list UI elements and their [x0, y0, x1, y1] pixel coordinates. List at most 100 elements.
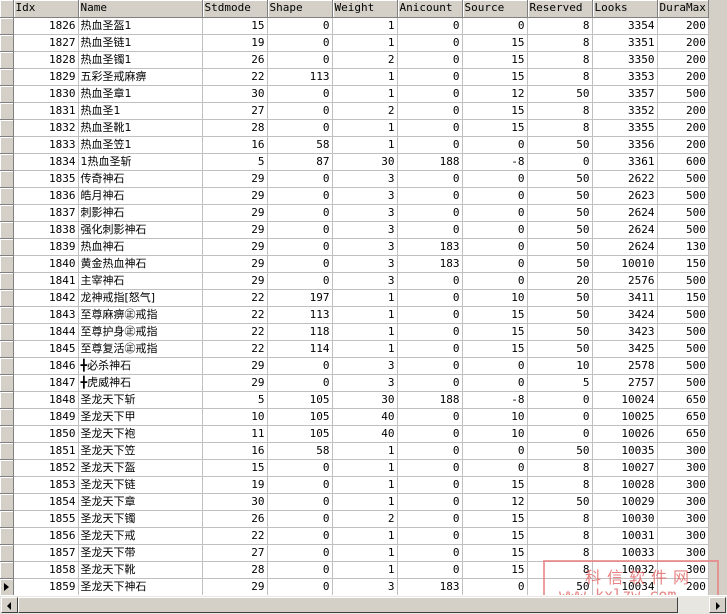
- cell-stdmode[interactable]: 16: [202, 136, 268, 154]
- cell-idx[interactable]: 1827: [13, 34, 79, 52]
- cell-anicount[interactable]: 0: [397, 68, 463, 86]
- cell-stdmode[interactable]: 5: [202, 153, 268, 171]
- cell-anicount[interactable]: 0: [397, 170, 463, 188]
- cell-looks[interactable]: 10029: [592, 493, 658, 511]
- cell-idx[interactable]: 1844: [13, 323, 79, 341]
- cell-shape[interactable]: 58: [267, 442, 333, 460]
- cell-shape[interactable]: 0: [267, 238, 333, 256]
- cell-stdmode[interactable]: 22: [202, 527, 268, 545]
- cell-shape[interactable]: 0: [267, 170, 333, 188]
- cell-source[interactable]: 15: [462, 476, 528, 494]
- cell-shape[interactable]: 114: [267, 340, 333, 358]
- cell-weight[interactable]: 40: [332, 408, 398, 426]
- cell-anicount[interactable]: 0: [397, 408, 463, 426]
- cell-reserved[interactable]: 50: [527, 204, 593, 222]
- cell-name[interactable]: 圣龙天下镯: [78, 510, 203, 528]
- cell-stdmode[interactable]: 22: [202, 340, 268, 358]
- cell-reserved[interactable]: 50: [527, 238, 593, 256]
- cell-anicount[interactable]: 0: [397, 357, 463, 375]
- cell-anicount[interactable]: 0: [397, 204, 463, 222]
- cell-weight[interactable]: 1: [332, 34, 398, 52]
- cell-duramax[interactable]: 500: [657, 323, 709, 341]
- table-row[interactable]: 1852 圣龙天下盔 15 0 1 0 0 8 10027 300: [0, 459, 709, 477]
- column-header-duramax[interactable]: DuraMax: [657, 0, 709, 18]
- cell-duramax[interactable]: 650: [657, 391, 709, 409]
- cell-name[interactable]: 热血神石: [78, 238, 203, 256]
- cell-anicount[interactable]: 0: [397, 527, 463, 545]
- cell-anicount[interactable]: 0: [397, 442, 463, 460]
- cell-stdmode[interactable]: 29: [202, 374, 268, 392]
- cell-looks[interactable]: 3354: [592, 17, 658, 35]
- cell-name[interactable]: 圣龙天下章: [78, 493, 203, 511]
- row-indicator[interactable]: [0, 527, 14, 545]
- row-indicator[interactable]: [0, 306, 14, 324]
- table-row[interactable]: 1851 圣龙天下笠 16 58 1 0 0 50 10035 300: [0, 442, 709, 460]
- cell-stdmode[interactable]: 29: [202, 272, 268, 290]
- cell-anicount[interactable]: 0: [397, 136, 463, 154]
- table-row[interactable]: 1849 圣龙天下甲 10 105 40 0 10 0 10025 650: [0, 408, 709, 426]
- cell-anicount[interactable]: 0: [397, 374, 463, 392]
- column-header-shape[interactable]: Shape: [267, 0, 333, 18]
- cell-idx[interactable]: 1829: [13, 68, 79, 86]
- cell-name[interactable]: ╋虎威神石: [78, 374, 203, 392]
- cell-idx[interactable]: 1836: [13, 187, 79, 205]
- row-indicator[interactable]: [0, 51, 14, 69]
- cell-shape[interactable]: 105: [267, 425, 333, 443]
- cell-shape[interactable]: 113: [267, 306, 333, 324]
- table-row[interactable]: 1846 ╋必杀神石 29 0 3 0 0 10 2578 500: [0, 357, 709, 375]
- cell-source[interactable]: 15: [462, 68, 528, 86]
- cell-reserved[interactable]: 5: [527, 374, 593, 392]
- cell-idx[interactable]: 1854: [13, 493, 79, 511]
- cell-source[interactable]: 15: [462, 561, 528, 579]
- cell-name[interactable]: 黄金热血神石: [78, 255, 203, 273]
- cell-anicount[interactable]: 0: [397, 425, 463, 443]
- table-row[interactable]: 1838 强化刺影神石 29 0 3 0 0 50 2624 500: [0, 221, 709, 239]
- cell-duramax[interactable]: 300: [657, 476, 709, 494]
- cell-weight[interactable]: 1: [332, 527, 398, 545]
- cell-name[interactable]: 至尊麻痹㊣戒指: [78, 306, 203, 324]
- column-header-looks[interactable]: Looks: [592, 0, 658, 18]
- table-row[interactable]: 1853 圣龙天下链 19 0 1 0 15 8 10028 300: [0, 476, 709, 494]
- cell-reserved[interactable]: 50: [527, 85, 593, 103]
- table-row[interactable]: 1859 圣龙天下神石 29 0 3 183 0 50 10034 200: [0, 578, 709, 596]
- cell-shape[interactable]: 197: [267, 289, 333, 307]
- cell-weight[interactable]: 1: [332, 561, 398, 579]
- row-indicator[interactable]: [0, 136, 14, 154]
- cell-looks[interactable]: 3425: [592, 340, 658, 358]
- cell-reserved[interactable]: 50: [527, 136, 593, 154]
- cell-weight[interactable]: 2: [332, 102, 398, 120]
- cell-reserved[interactable]: 20: [527, 272, 593, 290]
- cell-reserved[interactable]: 0: [527, 425, 593, 443]
- row-indicator[interactable]: [0, 340, 14, 358]
- cell-idx[interactable]: 1840: [13, 255, 79, 273]
- cell-looks[interactable]: 3356: [592, 136, 658, 154]
- cell-reserved[interactable]: 50: [527, 221, 593, 239]
- cell-shape[interactable]: 105: [267, 391, 333, 409]
- cell-weight[interactable]: 3: [332, 204, 398, 222]
- table-row[interactable]: 1830 热血圣章1 30 0 1 0 12 50 3357 500: [0, 85, 709, 103]
- cell-name[interactable]: 强化刺影神石: [78, 221, 203, 239]
- cell-idx[interactable]: 1858: [13, 561, 79, 579]
- cell-anicount[interactable]: 0: [397, 119, 463, 137]
- cell-anicount[interactable]: 0: [397, 187, 463, 205]
- cell-weight[interactable]: 30: [332, 153, 398, 171]
- cell-anicount[interactable]: 0: [397, 459, 463, 477]
- cell-stdmode[interactable]: 22: [202, 289, 268, 307]
- cell-name[interactable]: 圣龙天下盔: [78, 459, 203, 477]
- cell-shape[interactable]: 0: [267, 221, 333, 239]
- cell-name[interactable]: 圣龙天下带: [78, 544, 203, 562]
- cell-looks[interactable]: 3411: [592, 289, 658, 307]
- row-indicator[interactable]: [0, 187, 14, 205]
- table-row[interactable]: 1842 龙神戒指[怒气] 22 197 1 0 10 50 3411 150: [0, 289, 709, 307]
- cell-stdmode[interactable]: 26: [202, 510, 268, 528]
- cell-shape[interactable]: 113: [267, 68, 333, 86]
- cell-idx[interactable]: 1842: [13, 289, 79, 307]
- cell-source[interactable]: -8: [462, 391, 528, 409]
- cell-anicount[interactable]: 0: [397, 17, 463, 35]
- cell-reserved[interactable]: 8: [527, 34, 593, 52]
- cell-source[interactable]: 12: [462, 493, 528, 511]
- row-indicator[interactable]: [0, 425, 14, 443]
- cell-shape[interactable]: 0: [267, 374, 333, 392]
- cell-idx[interactable]: 1833: [13, 136, 79, 154]
- row-indicator[interactable]: [0, 17, 14, 35]
